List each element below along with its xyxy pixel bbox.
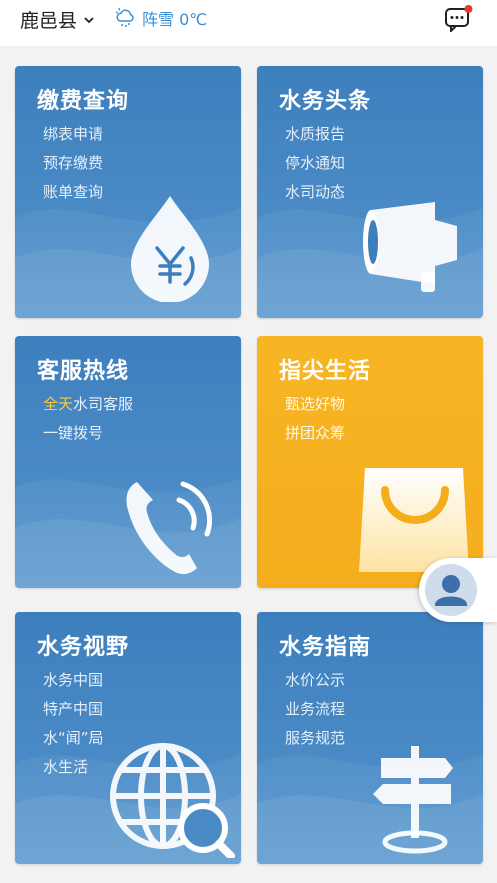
card-title: 客服热线: [37, 359, 130, 384]
top-bar: 鹿邑县 阵雪 0℃: [0, 0, 497, 46]
link-water-quality[interactable]: 水质报告: [285, 120, 345, 149]
link-24h-service[interactable]: 全天水司客服: [43, 390, 133, 419]
user-icon: [435, 575, 467, 606]
card-title: 指尖生活: [279, 359, 372, 384]
card-service-hotline[interactable]: 客服热线 全天水司客服 一键拨号: [15, 336, 241, 588]
card-water-news[interactable]: 水务头条 水质报告 停水通知 水司动态: [257, 66, 483, 318]
location-selector[interactable]: 鹿邑县: [20, 6, 95, 33]
link-one-click-dial[interactable]: 一键拨号: [43, 419, 133, 448]
chevron-down-icon: [84, 16, 94, 23]
link-water-china[interactable]: 水务中国: [43, 666, 104, 695]
card-fingertip-life[interactable]: 指尖生活 甄选好物 拼团众筹: [257, 336, 483, 588]
weather-widget: 阵雪 0℃: [114, 6, 207, 30]
link-text: 水司客服: [73, 395, 134, 413]
card-payment-query[interactable]: 缴费查询 绑表申请 预存缴费 账单查询: [15, 66, 241, 318]
phone-icon: [126, 481, 213, 575]
card-title: 水务视野: [37, 635, 130, 660]
link-water-life[interactable]: 水生活: [43, 753, 104, 782]
link-bill-query[interactable]: 账单查询: [43, 178, 103, 207]
link-selected-goods[interactable]: 甄选好物: [285, 390, 345, 419]
link-water-news-bureau[interactable]: 水“闻”局: [43, 724, 104, 753]
link-outage-notice[interactable]: 停水通知: [285, 149, 345, 178]
floating-avatar-button[interactable]: [419, 558, 497, 622]
link-service-standard[interactable]: 服务规范: [285, 724, 345, 753]
link-company-news[interactable]: 水司动态: [285, 178, 345, 207]
megaphone-icon: [363, 202, 457, 292]
link-business-process[interactable]: 业务流程: [285, 695, 345, 724]
link-price-notice[interactable]: 水价公示: [285, 666, 345, 695]
yen-drop-icon: [131, 196, 209, 302]
signpost-icon: [373, 746, 453, 854]
link-prepay[interactable]: 预存缴费: [43, 149, 103, 178]
card-title: 缴费查询: [37, 89, 130, 114]
link-bind-meter[interactable]: 绑表申请: [43, 120, 103, 149]
location-label: 鹿邑县: [20, 10, 78, 32]
card-title: 水务指南: [279, 635, 372, 660]
card-water-vision[interactable]: 水务视野 水务中国 特产中国 水“闻”局 水生活: [15, 612, 241, 864]
link-group-crowdfund[interactable]: 拼团众筹: [285, 419, 345, 448]
highlight-text: 全天: [43, 395, 74, 413]
snow-cloud-icon: [115, 8, 134, 27]
card-title: 水务头条: [279, 89, 372, 114]
link-specialty-china[interactable]: 特产中国: [43, 695, 104, 724]
message-icon[interactable]: [444, 4, 474, 32]
avatar: [425, 564, 477, 616]
weather-text: 阵雪 0℃: [142, 10, 208, 29]
card-water-guide[interactable]: 水务指南 水价公示 业务流程 服务规范: [257, 612, 483, 864]
globe-search-icon: [110, 743, 235, 858]
